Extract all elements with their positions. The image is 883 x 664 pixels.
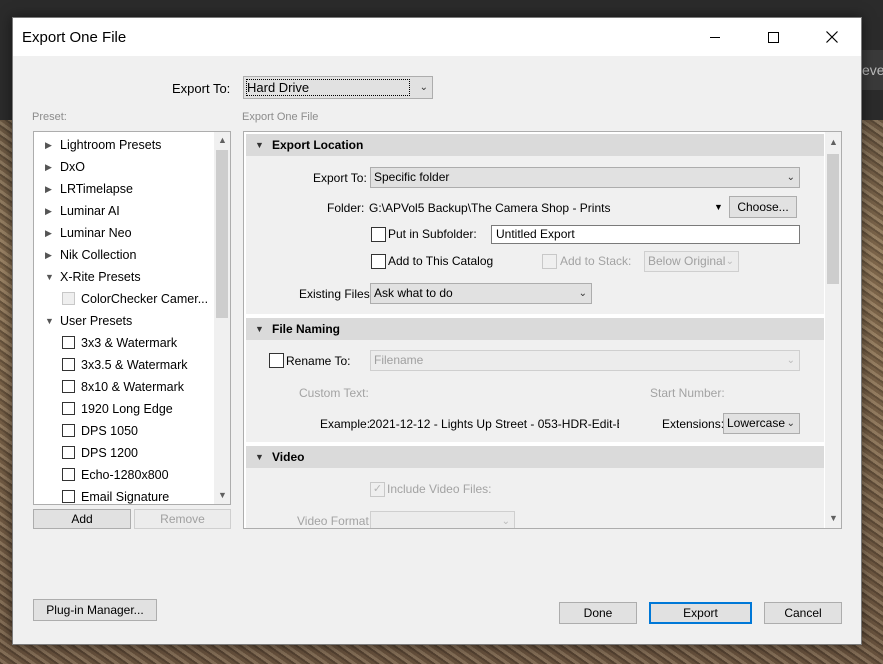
settings-panel: ▼ Export Location Export To: Specific fol…: [243, 131, 842, 529]
chevron-down-icon: ⌄: [786, 355, 795, 366]
collapse-arrow-icon: ▼: [45, 316, 54, 326]
export-to-select[interactable]: Hard Drive ⌄: [243, 76, 433, 99]
remove-preset-button[interactable]: Remove: [134, 509, 231, 529]
preset-checkbox[interactable]: [62, 292, 75, 305]
preset-checkbox[interactable]: [62, 358, 75, 371]
choose-folder-button[interactable]: Choose...: [729, 196, 797, 218]
chevron-down-icon: ⌄: [419, 82, 428, 93]
preset-checkbox[interactable]: [62, 402, 75, 415]
chevron-down-icon: ⌄: [725, 256, 734, 267]
preset-list[interactable]: ▶ Lightroom Presets ▶ DxO ▶ LRTimelapse ▶ Lu…: [33, 131, 231, 505]
close-icon: [826, 31, 838, 43]
export-location-body: Export To: Specific folder ⌄ Folder: G:\…: [246, 156, 824, 314]
location-export-to-label: Export To:: [313, 171, 367, 185]
scroll-down-icon[interactable]: ▼: [218, 490, 227, 500]
existing-files-label: Existing Files:: [299, 287, 374, 301]
chevron-down-icon: ⌄: [786, 418, 795, 429]
scroll-thumb[interactable]: [216, 150, 228, 318]
window-title: Export One File: [22, 29, 127, 46]
chevron-down-icon: ⌄: [578, 288, 587, 299]
chevron-down-icon: ⌄: [501, 516, 510, 527]
preset-checkbox[interactable]: [62, 446, 75, 459]
extensions-select[interactable]: Lowercase ⌄: [723, 413, 800, 434]
title-bar: Export One File: [13, 18, 861, 56]
folder-label: Folder:: [327, 201, 365, 215]
preset-checkbox[interactable]: [62, 380, 75, 393]
folder-dropdown-icon[interactable]: ▼: [714, 202, 723, 212]
video-format-label: Video Format:: [297, 514, 373, 528]
folder-path: G:\APVol5 Backup\The Camera Shop - Print…: [369, 201, 611, 215]
section-export-location[interactable]: ▼ Export Location: [246, 134, 824, 156]
export-button[interactable]: Export: [649, 602, 752, 624]
panel-label: Export One File: [242, 111, 319, 123]
preset-checkbox[interactable]: [62, 336, 75, 349]
location-export-to-select[interactable]: Specific folder ⌄: [370, 167, 800, 188]
video-body: ✓ Include Video Files: Video Format: ⌄: [246, 468, 824, 528]
export-to-label: Export To:: [172, 81, 231, 96]
example-label: Example:: [320, 417, 371, 431]
add-stack-checkbox[interactable]: [542, 254, 557, 269]
preset-scrollbar[interactable]: ▲ ▼: [214, 132, 230, 504]
plugin-manager-button[interactable]: Plug-in Manager...: [33, 599, 157, 621]
maximize-button[interactable]: [750, 18, 796, 56]
include-video-label: Include Video Files:: [387, 482, 492, 496]
export-dialog: Export One File Export To: Hard Drive ⌄ …: [12, 17, 862, 645]
expand-arrow-icon: ▶: [45, 184, 52, 194]
scroll-up-icon[interactable]: ▲: [829, 137, 838, 147]
expand-arrow-icon: ▶: [45, 206, 52, 216]
add-catalog-label: Add to This Catalog: [388, 254, 494, 268]
focus-outline: [246, 79, 410, 96]
close-button[interactable]: [809, 18, 855, 56]
extensions-label: Extensions:: [662, 417, 725, 431]
maximize-icon: [767, 31, 779, 43]
section-file-naming[interactable]: ▼ File Naming: [246, 318, 824, 340]
add-catalog-checkbox[interactable]: [371, 254, 386, 269]
settings-scrollbar[interactable]: ▲ ▼: [825, 132, 841, 528]
background-peek-text: eve: [862, 50, 883, 90]
subfolder-checkbox[interactable]: [371, 227, 386, 242]
section-video[interactable]: ▼ Video: [246, 446, 824, 468]
rename-checkbox[interactable]: [269, 353, 284, 368]
chevron-down-icon: ⌄: [786, 172, 795, 183]
collapse-arrow-icon: ▼: [255, 140, 264, 150]
subfolder-label: Put in Subfolder:: [388, 227, 477, 241]
custom-text-label: Custom Text:: [299, 386, 369, 400]
minimize-button[interactable]: [692, 18, 738, 56]
add-preset-button[interactable]: Add: [33, 509, 131, 529]
preset-checkbox[interactable]: [62, 468, 75, 481]
start-number-label: Start Number:: [650, 386, 725, 400]
expand-arrow-icon: ▶: [45, 162, 52, 172]
scroll-thumb[interactable]: [827, 154, 839, 284]
existing-files-select[interactable]: Ask what to do ⌄: [370, 283, 592, 304]
expand-arrow-icon: ▶: [45, 228, 52, 238]
include-video-checkbox[interactable]: ✓: [370, 482, 385, 497]
scroll-down-icon[interactable]: ▼: [829, 513, 838, 523]
preset-checkbox[interactable]: [62, 490, 75, 503]
collapse-arrow-icon: ▼: [45, 272, 54, 282]
video-format-select[interactable]: ⌄: [370, 511, 515, 528]
preset-checkbox[interactable]: [62, 424, 75, 437]
preset-label: Preset:: [32, 111, 67, 123]
stack-position-select[interactable]: Below Original ⌄: [644, 251, 739, 272]
collapse-arrow-icon: ▼: [255, 324, 264, 334]
expand-arrow-icon: ▶: [45, 250, 52, 260]
scroll-up-icon[interactable]: ▲: [218, 135, 227, 145]
done-button[interactable]: Done: [559, 602, 637, 624]
collapse-arrow-icon: ▼: [255, 452, 264, 462]
cancel-button[interactable]: Cancel: [764, 602, 842, 624]
example-filename: 2021-12-12 - Lights Up Street - 053-HDR-…: [369, 417, 619, 431]
minimize-icon: [710, 36, 720, 38]
expand-arrow-icon: ▶: [45, 140, 52, 150]
rename-label: Rename To:: [286, 354, 351, 368]
file-naming-body: Rename To: Filename ⌄ Custom Text: Start…: [246, 340, 824, 442]
subfolder-input[interactable]: Untitled Export: [491, 225, 800, 244]
add-stack-label: Add to Stack:: [560, 254, 632, 268]
rename-template-select[interactable]: Filename ⌄: [370, 350, 800, 371]
